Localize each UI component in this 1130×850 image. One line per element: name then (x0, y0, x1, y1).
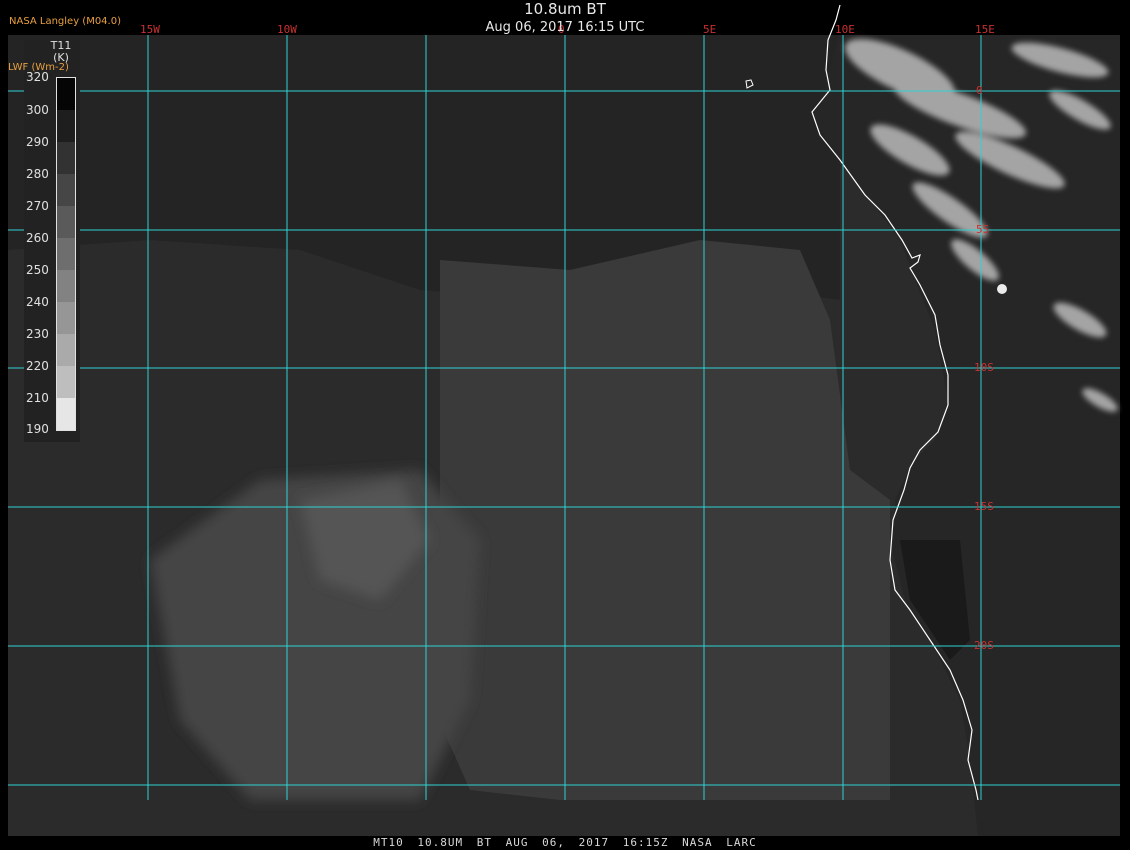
legend-tick: 280 (26, 167, 49, 181)
legend-swatch (57, 110, 75, 142)
legend-tick: 240 (26, 295, 49, 309)
legend-tick: 270 (26, 199, 49, 213)
legend-header: T11 (K) (24, 40, 80, 64)
legend-swatch (57, 206, 75, 238)
lat-label-20s: 20S (974, 639, 994, 652)
warm-ocean-region (430, 240, 890, 800)
legend-tick: 300 (26, 103, 49, 117)
legend-tick: 250 (26, 263, 49, 277)
legend-swatch (57, 142, 75, 174)
footer-caption: MT10 10.8UM BT AUG 06, 2017 16:15Z NASA … (373, 836, 757, 849)
lat-label-10s: 10S (974, 361, 994, 374)
satellite-map: 15W 10W 0 5E 10E 15E 0 5S 10S 15S 20S (0, 4, 1130, 850)
legend-tick: 260 (26, 231, 49, 245)
lat-label-15s: 15S (974, 500, 994, 513)
legend-swatch (57, 78, 75, 110)
lat-label-5s: 5S (976, 223, 989, 236)
legend-swatch (57, 302, 75, 334)
overlay-label: LWF (Wm-2) (8, 62, 69, 73)
legend-swatch (57, 238, 75, 270)
color-scale-legend: T11 (K) 320 300 290 280 270 260 250 240 … (24, 40, 80, 442)
legend-tick: 220 (26, 359, 49, 373)
left-border (0, 35, 8, 850)
legend-tick: 230 (26, 327, 49, 341)
legend-tick: 210 (26, 391, 49, 405)
image-title: 10.8um BT (524, 0, 606, 18)
legend-color-ramp (56, 77, 76, 431)
legend-swatch (57, 174, 75, 206)
legend-tick: 290 (26, 135, 49, 149)
image-timestamp: Aug 06, 2017 16:15 UTC (485, 20, 645, 35)
legend-swatch (57, 398, 75, 430)
legend-swatch (57, 366, 75, 398)
legend-swatch (57, 334, 75, 366)
cloud-bright-spot (997, 284, 1007, 294)
lat-label-0: 0 (976, 84, 983, 97)
source-label: NASA Langley (M04.0) (9, 16, 121, 27)
legend-variable: T11 (50, 39, 72, 52)
legend-swatch (57, 270, 75, 302)
legend-tick: 190 (26, 422, 49, 436)
